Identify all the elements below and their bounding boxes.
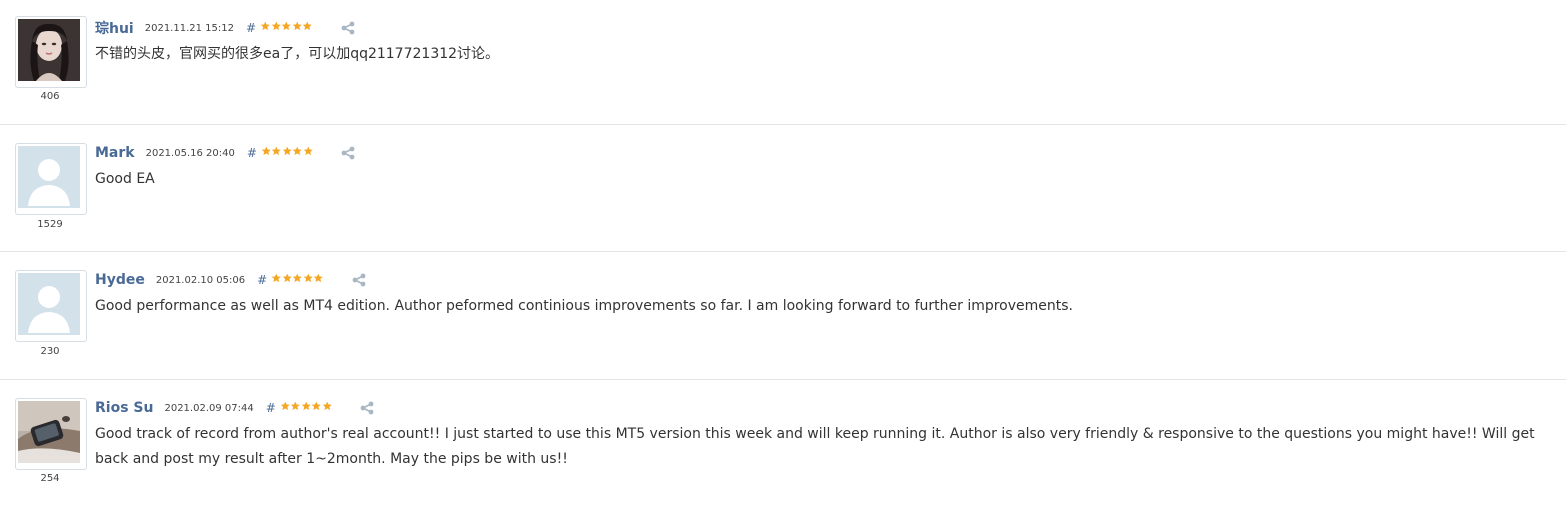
- share-icon[interactable]: [341, 145, 355, 164]
- review-item: 1529 Mark 2021.05.16 20:40 # Good EA: [0, 124, 1566, 252]
- share-icon[interactable]: [341, 20, 355, 39]
- star-icon: [281, 21, 292, 31]
- review-date: 2021.05.16 20:40: [145, 147, 235, 159]
- review-date: 2021.02.10 05:06: [155, 274, 246, 286]
- review-text: Good performance as well as MT4 edition.…: [95, 298, 1073, 314]
- avatar[interactable]: [15, 143, 87, 215]
- user-rating-count: 254: [40, 473, 60, 484]
- review-date: 2021.02.09 07:44: [164, 402, 254, 414]
- author-name[interactable]: Hydee: [95, 272, 145, 288]
- star-icon: [311, 401, 322, 411]
- star-icon: [271, 21, 282, 31]
- star-icon: [271, 146, 282, 156]
- permalink-hash[interactable]: #: [247, 146, 257, 160]
- star-rating: [260, 21, 313, 31]
- review-header: Mark 2021.05.16 20:40 #: [95, 143, 355, 163]
- review-item: 254 Rios Su 2021.02.09 07:44 # Good trac…: [0, 379, 1566, 505]
- star-rating: [261, 146, 314, 156]
- photo-hand-icon: [18, 401, 80, 463]
- user-rating-count: 1529: [37, 219, 63, 230]
- star-icon: [261, 146, 272, 156]
- permalink-hash[interactable]: #: [246, 21, 256, 35]
- author-name[interactable]: 琮hui: [95, 18, 134, 38]
- star-icon: [292, 273, 303, 283]
- default-user-icon: [18, 146, 80, 208]
- review-text: Good EA: [95, 171, 155, 187]
- star-icon: [282, 146, 293, 156]
- avatar[interactable]: [15, 398, 87, 470]
- review-header: Hydee 2021.02.10 05:06 #: [95, 270, 366, 290]
- star-rating: [280, 401, 333, 411]
- review-item: 230 Hydee 2021.02.10 05:06 # Good perfor…: [0, 251, 1566, 380]
- star-icon: [303, 146, 314, 156]
- avatar[interactable]: [15, 270, 87, 342]
- star-icon: [260, 21, 271, 31]
- default-user-icon: [18, 273, 80, 335]
- review-text: 不错的头皮，官网买的很多ea了，可以加qq2117721312讨论。: [95, 46, 500, 62]
- photo-woman-icon: [18, 19, 80, 81]
- review-header: Rios Su 2021.02.09 07:44 #: [95, 398, 374, 418]
- review-item: 406 琮hui 2021.11.21 15:12 # 不错的头皮，官网买的很多…: [0, 0, 1566, 124]
- author-name[interactable]: Rios Su: [95, 400, 153, 416]
- share-icon[interactable]: [352, 272, 366, 291]
- user-rating-count: 406: [40, 91, 60, 102]
- avatar[interactable]: [15, 16, 87, 88]
- user-rating-count: 230: [40, 346, 60, 357]
- star-icon: [302, 21, 313, 31]
- star-icon: [290, 401, 301, 411]
- star-icon: [282, 273, 293, 283]
- star-icon: [303, 273, 314, 283]
- star-icon: [271, 273, 282, 283]
- star-icon: [301, 401, 312, 411]
- author-name[interactable]: Mark: [95, 145, 135, 161]
- review-text: Good track of record from author's real …: [95, 426, 1535, 467]
- star-icon: [313, 273, 324, 283]
- star-icon: [322, 401, 333, 411]
- star-rating: [271, 273, 324, 283]
- star-icon: [292, 21, 303, 31]
- permalink-hash[interactable]: #: [266, 401, 276, 415]
- star-icon: [280, 401, 291, 411]
- permalink-hash[interactable]: #: [257, 273, 267, 287]
- star-icon: [292, 146, 303, 156]
- review-date: 2021.11.21 15:12: [144, 22, 234, 34]
- share-icon[interactable]: [360, 400, 374, 419]
- review-header: 琮hui 2021.11.21 15:12 #: [95, 18, 355, 38]
